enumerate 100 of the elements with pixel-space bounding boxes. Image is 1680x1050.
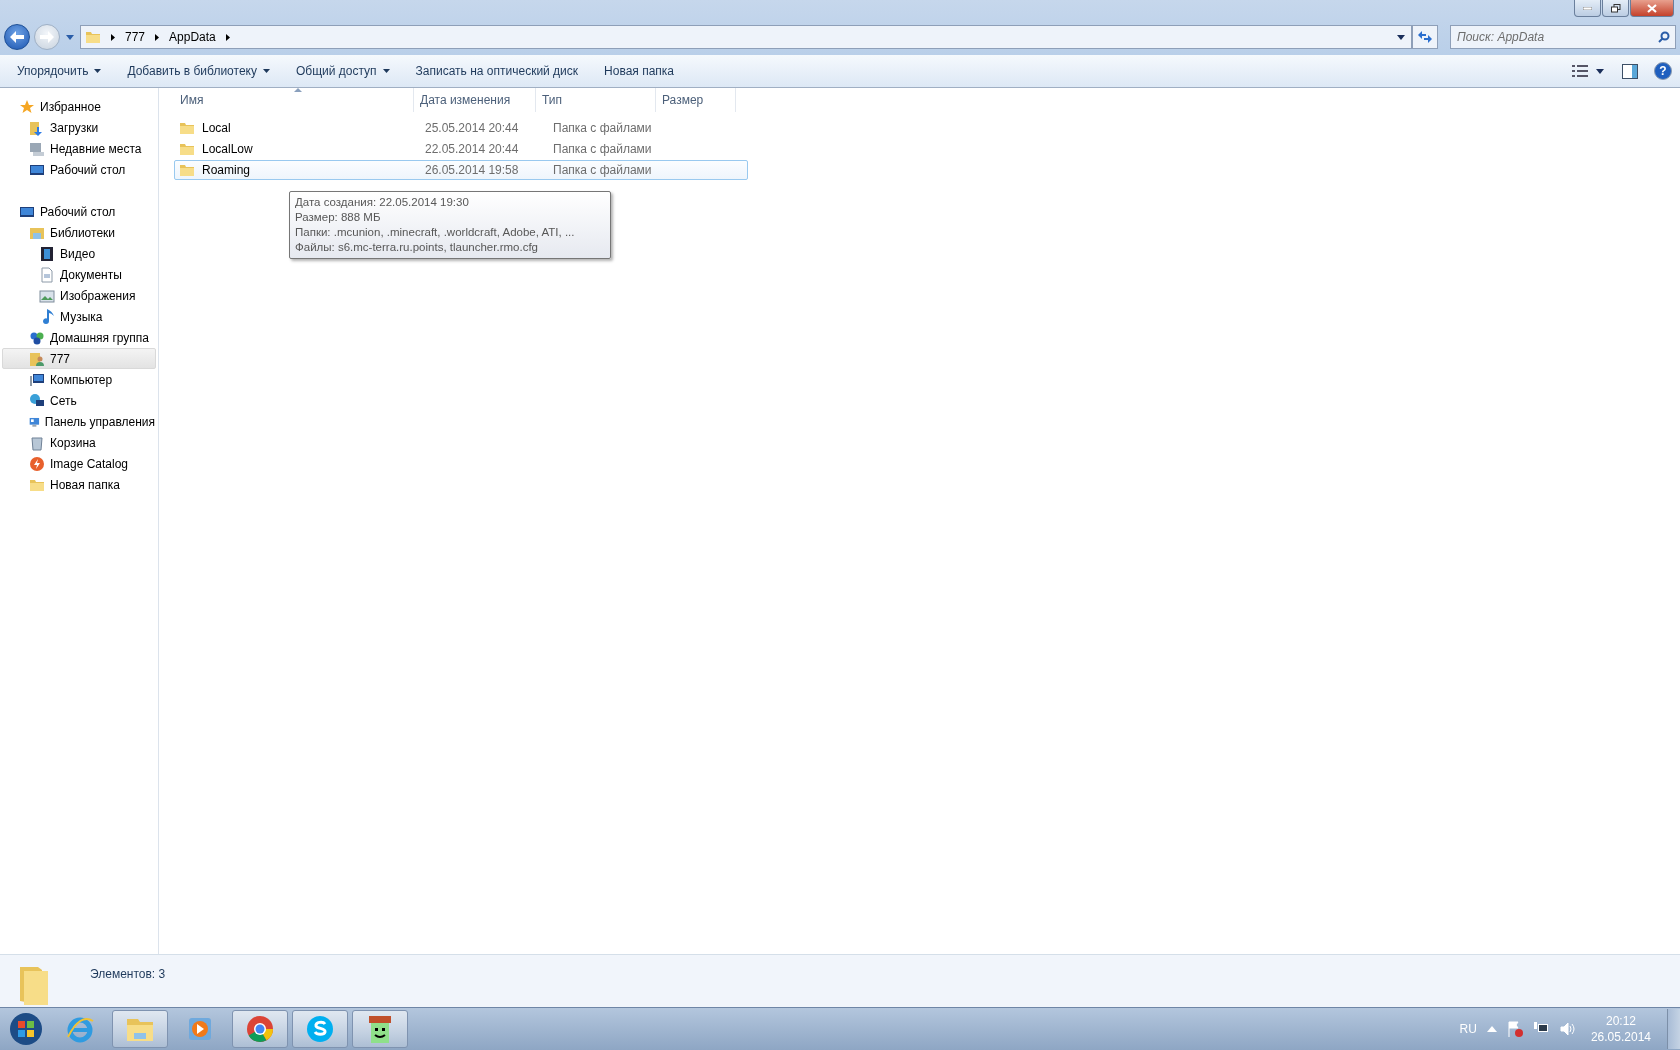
refresh-arrows-icon: [1418, 31, 1432, 43]
column-header[interactable]: Размер: [656, 88, 736, 112]
column-header[interactable]: Имя: [174, 88, 414, 112]
sidebar-item[interactable]: Панель управления: [2, 411, 156, 432]
list-view-icon: [1572, 64, 1588, 78]
sidebar-item[interactable]: Недавние места: [2, 138, 156, 159]
windows-orb-icon: [9, 1012, 43, 1046]
address-bar[interactable]: 777 AppData: [80, 25, 1412, 49]
chevron-icon: [155, 33, 160, 41]
toolbar-button[interactable]: Упорядочить: [8, 60, 111, 82]
lightning-circle-icon: [29, 455, 45, 472]
folder-icon: [179, 141, 195, 157]
caret-icon: [262, 69, 270, 73]
chevron-icon: [225, 33, 230, 41]
toolbar-button[interactable]: Общий доступ: [286, 60, 399, 82]
file-name: Local: [202, 121, 231, 135]
minimize-icon: [1583, 6, 1592, 10]
sidebar-item[interactable]: Сеть: [2, 390, 156, 411]
column-header[interactable]: Дата изменения: [414, 88, 536, 112]
file-type: Папка с файлами: [553, 121, 652, 135]
sidebar-item[interactable]: Рабочий стол: [2, 159, 156, 180]
sidebar-item[interactable]: Библиотеки: [2, 222, 156, 243]
pane-icon: [1622, 63, 1638, 79]
sidebar-item[interactable]: Загрузки: [2, 117, 156, 138]
recycle-bin-icon: [29, 434, 45, 451]
caret-icon: [1397, 34, 1405, 40]
sidebar-item[interactable]: Изображения: [2, 285, 156, 306]
sort-arrow-icon: [294, 88, 302, 92]
file-row[interactable]: LocalLow 22.05.2014 20:44 Папка с файлами: [174, 139, 748, 159]
history-dropdown-button[interactable]: [64, 32, 76, 42]
modified-date: 26.05.2014 19:58: [425, 163, 519, 177]
network-globe-icon: [29, 392, 45, 409]
restore-icon: [1610, 3, 1621, 13]
download-folder-icon: [29, 119, 45, 136]
document-icon: [39, 266, 55, 283]
file-row[interactable]: Local 25.05.2014 20:44 Папка с файлами: [174, 118, 748, 138]
modified-date: 22.05.2014 20:44: [425, 142, 519, 156]
flag-error-icon: [1506, 1021, 1523, 1037]
toolbar-button[interactable]: Новая папка: [595, 60, 684, 82]
computer-icon: [29, 371, 45, 388]
sidebar-item[interactable]: Музыка: [2, 306, 156, 327]
item-count: Элементов: 3: [90, 967, 166, 981]
file-name: Roaming: [202, 163, 251, 177]
folder-icon: [179, 120, 195, 136]
caret-icon: [94, 69, 102, 73]
taskbar-app-button[interactable]: [232, 1010, 288, 1048]
tooltip-line: Файлы: s6.mc-terra.ru.points, tlauncher.rmo.cfg: [295, 240, 539, 255]
star-icon: [19, 98, 35, 115]
sidebar-item[interactable]: Image Catalog: [2, 453, 156, 474]
sidebar-item[interactable]: Избранное: [2, 96, 156, 117]
sidebar-item[interactable]: Рабочий стол: [2, 201, 156, 222]
close-button[interactable]: [1630, 0, 1674, 17]
chevron-icon: [111, 33, 115, 41]
taskbar-app-button[interactable]: [292, 1010, 348, 1048]
breadcrumb-item[interactable]: AppData: [169, 30, 216, 44]
caret-icon: [66, 34, 74, 40]
sidebar-item[interactable]: 777: [2, 348, 156, 369]
restore-button[interactable]: [1602, 0, 1629, 17]
file-row[interactable]: Roaming 26.05.2014 19:58 Папка с файлами: [174, 160, 748, 180]
toolbar-button[interactable]: Записать на оптический диск: [406, 60, 588, 82]
folder-icon: [179, 162, 195, 178]
view-options-button[interactable]: [1570, 62, 1606, 80]
caret-icon: [382, 69, 390, 73]
tooltip-line: Размер: 888 МБ: [295, 210, 382, 225]
search-icon: [1658, 31, 1670, 43]
film-icon: [39, 245, 55, 262]
sidebar-item[interactable]: Компьютер: [2, 369, 156, 390]
file-type: Папка с файлами: [553, 163, 652, 177]
help-button[interactable]: ?: [1654, 62, 1672, 80]
file-type: Папка с файлами: [553, 142, 652, 156]
taskbar-app-button[interactable]: [352, 1010, 408, 1048]
refresh-button[interactable]: [1412, 25, 1438, 49]
search-field[interactable]: Поиск: AppData: [1450, 25, 1676, 49]
column-header[interactable]: Тип: [536, 88, 656, 112]
forward-arrow-icon: [40, 31, 54, 43]
preview-pane-button[interactable]: [1620, 61, 1640, 81]
user-folder-icon: [29, 350, 45, 367]
breadcrumb-item[interactable]: 777: [125, 30, 146, 44]
back-button[interactable]: [4, 24, 30, 50]
tooltip-line: Папки: .mcunion, .minecraft, .worldcraft, Adobe, ATI, ...: [295, 225, 576, 240]
sidebar-item[interactable]: Видео: [2, 243, 156, 264]
show-desktop-button[interactable]: [1667, 1009, 1680, 1049]
taskbar-app-button[interactable]: [112, 1010, 168, 1048]
skype-icon: [304, 1013, 336, 1045]
sidebar-item[interactable]: Документы: [2, 264, 156, 285]
caret-icon: [1596, 68, 1604, 74]
picture-icon: [39, 287, 55, 304]
speaker-icon: [1558, 1021, 1575, 1037]
sidebar-item[interactable]: Новая папка: [2, 474, 156, 495]
close-icon: [1647, 3, 1657, 13]
sidebar-item[interactable]: Корзина: [2, 432, 156, 453]
modified-date: 25.05.2014 20:44: [425, 121, 519, 135]
sidebar-item[interactable]: Домашняя группа: [2, 327, 156, 348]
folder-icon: [85, 29, 101, 45]
tray-expand-icon: [1486, 1026, 1497, 1032]
toolbar-button[interactable]: Добавить в библиотеку: [118, 60, 279, 82]
file-name: LocalLow: [202, 142, 253, 156]
chrome-icon: [244, 1013, 276, 1045]
tooltip-line: Дата создания: 22.05.2014 19:30: [295, 195, 470, 210]
back-arrow-icon: [10, 31, 24, 43]
